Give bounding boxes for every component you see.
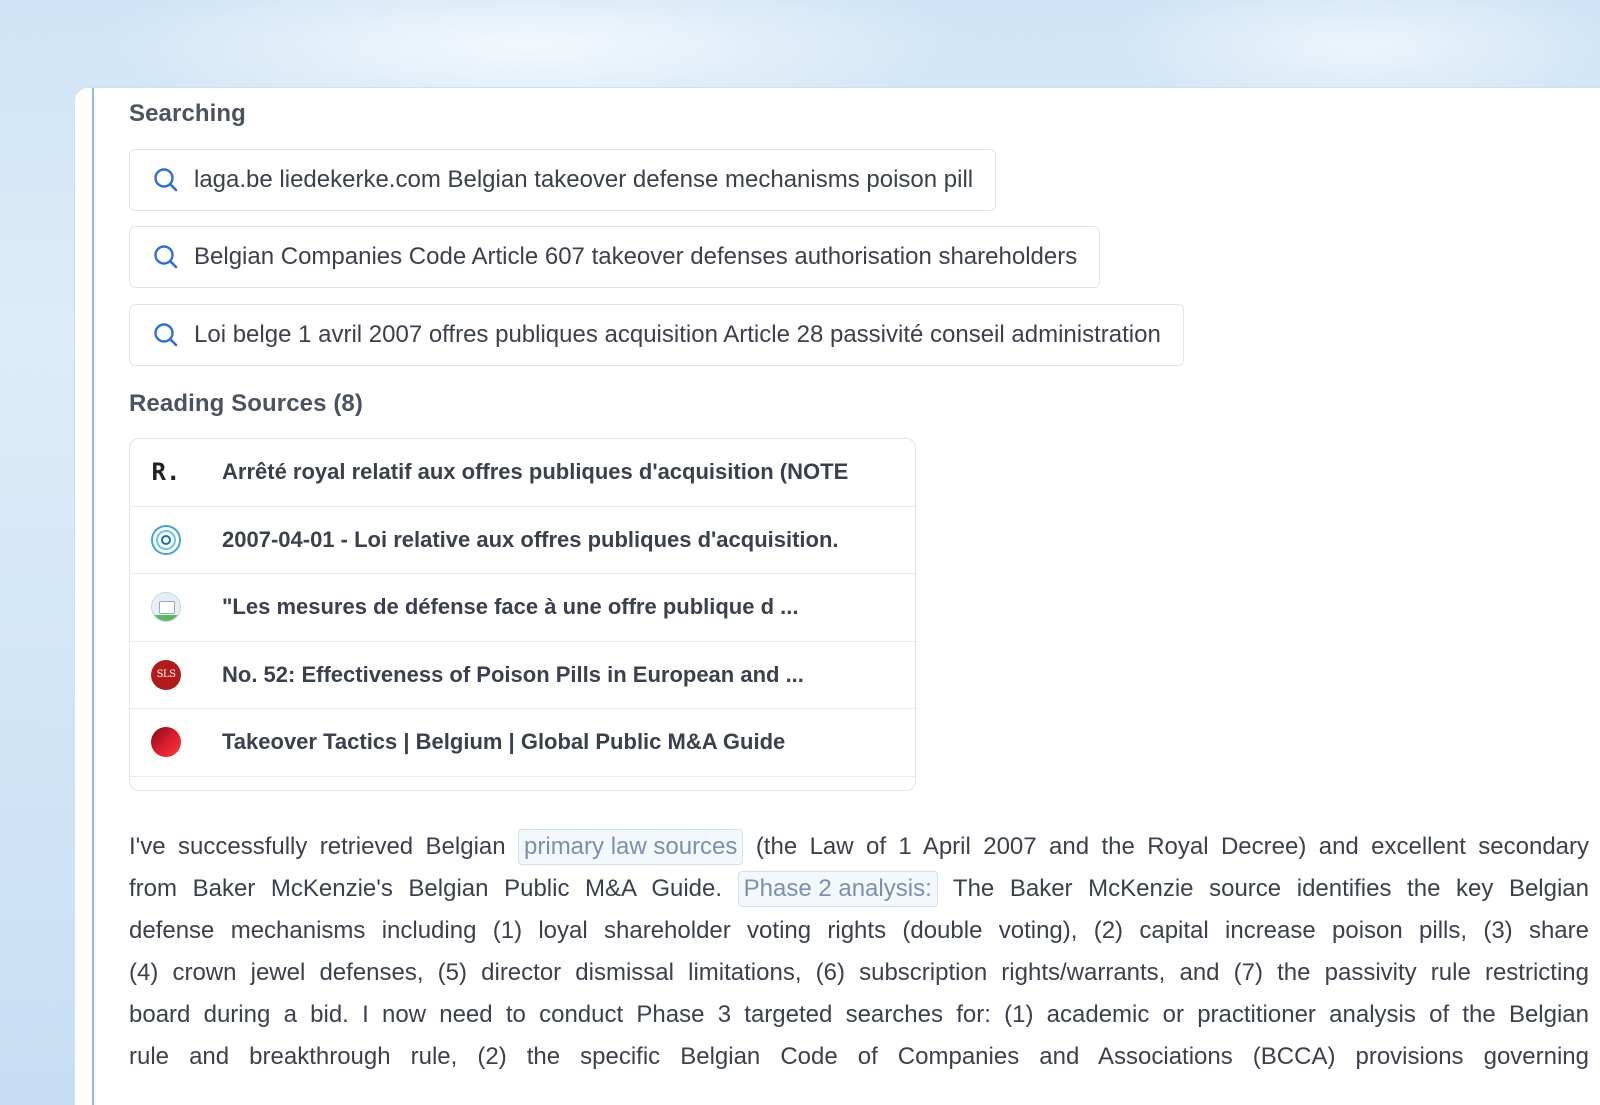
source-title: 2007-04-01 - Loi relative aux offres pub…: [222, 526, 839, 552]
image-icon: [150, 591, 182, 623]
search-query-text: Loi belge 1 avril 2007 offres publiques …: [194, 321, 1161, 348]
search-query-chip[interactable]: Loi belge 1 avril 2007 offres publiques …: [129, 304, 1184, 366]
citation-chip[interactable]: Phase 2 analysis:: [737, 871, 938, 907]
chat-message-panel: Searching laga.be liedekerke.com Belgian…: [74, 87, 1600, 1105]
source-title: Takeover Tactics | Belgium | Global Publ…: [222, 729, 786, 755]
sls-icon: SLS: [150, 659, 182, 691]
search-query-chip[interactable]: Belgian Companies Code Article 607 takeo…: [129, 226, 1101, 288]
source-item[interactable]: R. Arrêté royal relatif aux offres publi…: [130, 439, 915, 507]
search-query-text: Belgian Companies Code Article 607 takeo…: [194, 243, 1078, 270]
source-item[interactable]: "Les mesures de défense face à une offre…: [130, 574, 915, 642]
source-item[interactable]: SLS No. 52: Effectiveness of Poison Pill…: [130, 642, 915, 709]
reading-sources-title: Reading Sources (8): [129, 390, 363, 417]
message-line: from Baker McKenzie's Belgian Public M&A…: [129, 868, 1589, 910]
source-title: Arrêté royal relatif aux offres publique…: [222, 459, 849, 485]
message-line: I've successfully retrieved Belgian prim…: [129, 826, 1589, 868]
message-line: board during a bid. I now need to conduc…: [129, 1001, 1589, 1028]
message-line: (4) crown jewel defenses, (5) director d…: [129, 959, 1589, 986]
source-item[interactable]: 2007-04-01 - Loi relative aux offres pub…: [130, 507, 915, 574]
source-item[interactable]: Takeover Tactics | Belgium | Global Publ…: [130, 709, 915, 777]
target-icon: [150, 524, 182, 556]
search-query-chip[interactable]: laga.be liedekerke.com Belgian takeover …: [129, 149, 997, 211]
source-title: "Les mesures de défense face à une offre…: [222, 594, 799, 620]
source-title: No. 52: Effectiveness of Poison Pills in…: [222, 661, 804, 687]
citation-chip[interactable]: primary law sources: [518, 829, 744, 865]
thread-rail: [92, 88, 94, 1105]
search-icon: [154, 168, 178, 192]
searching-title: Searching: [129, 100, 246, 127]
red-circle-icon: [150, 726, 182, 758]
search-icon: [154, 323, 178, 347]
search-query-text: laga.be liedekerke.com Belgian takeover …: [194, 166, 974, 193]
search-icon: [154, 245, 178, 269]
assistant-message-text: I've successfully retrieved Belgian prim…: [129, 826, 1589, 1078]
message-line: defense mechanisms including (1) loyal s…: [129, 917, 1589, 944]
message-line: rule and breakthrough rule, (2) the spec…: [129, 1043, 1589, 1070]
letter-r-icon: R.: [151, 458, 181, 487]
sources-list: R. Arrêté royal relatif aux offres publi…: [129, 438, 916, 791]
